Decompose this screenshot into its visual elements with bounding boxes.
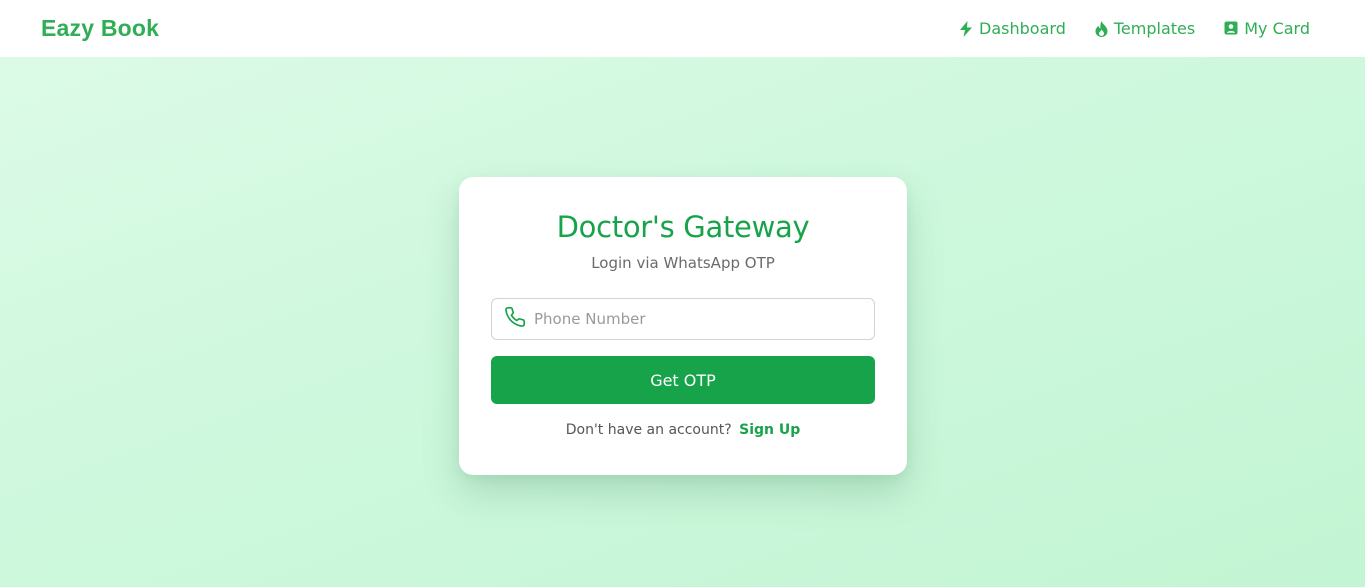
- phone-input[interactable]: [534, 300, 854, 338]
- bolt-icon: [959, 20, 973, 37]
- flame-icon: [1095, 20, 1108, 37]
- navbar: Eazy Book Dashboard Templates My Card: [0, 0, 1365, 57]
- nav-item-label: Templates: [1113, 19, 1196, 38]
- contact-card-icon: [1224, 21, 1238, 36]
- nav-item-templates[interactable]: Templates: [1095, 19, 1195, 38]
- signup-row: Don't have an account? Sign Up: [491, 422, 875, 438]
- nav-item-label: Dashboard: [979, 19, 1066, 38]
- phone-field[interactable]: [491, 298, 875, 340]
- signup-link[interactable]: Sign Up: [739, 422, 800, 438]
- nav-item-my-card[interactable]: My Card: [1224, 19, 1310, 38]
- main-area: Doctor's Gateway Login via WhatsApp OTP …: [0, 57, 1365, 587]
- page-subtitle: Login via WhatsApp OTP: [591, 254, 775, 272]
- page-title: Doctor's Gateway: [556, 210, 810, 244]
- nav-links: Dashboard Templates My Card: [959, 19, 1310, 38]
- brand-logo[interactable]: Eazy Book: [41, 15, 159, 42]
- phone-icon: [504, 306, 526, 332]
- login-card: Doctor's Gateway Login via WhatsApp OTP …: [459, 177, 907, 475]
- nav-item-dashboard[interactable]: Dashboard: [959, 19, 1066, 38]
- get-otp-button[interactable]: Get OTP: [491, 356, 875, 404]
- signup-prompt: Don't have an account?: [565, 422, 732, 438]
- nav-item-label: My Card: [1244, 19, 1310, 38]
